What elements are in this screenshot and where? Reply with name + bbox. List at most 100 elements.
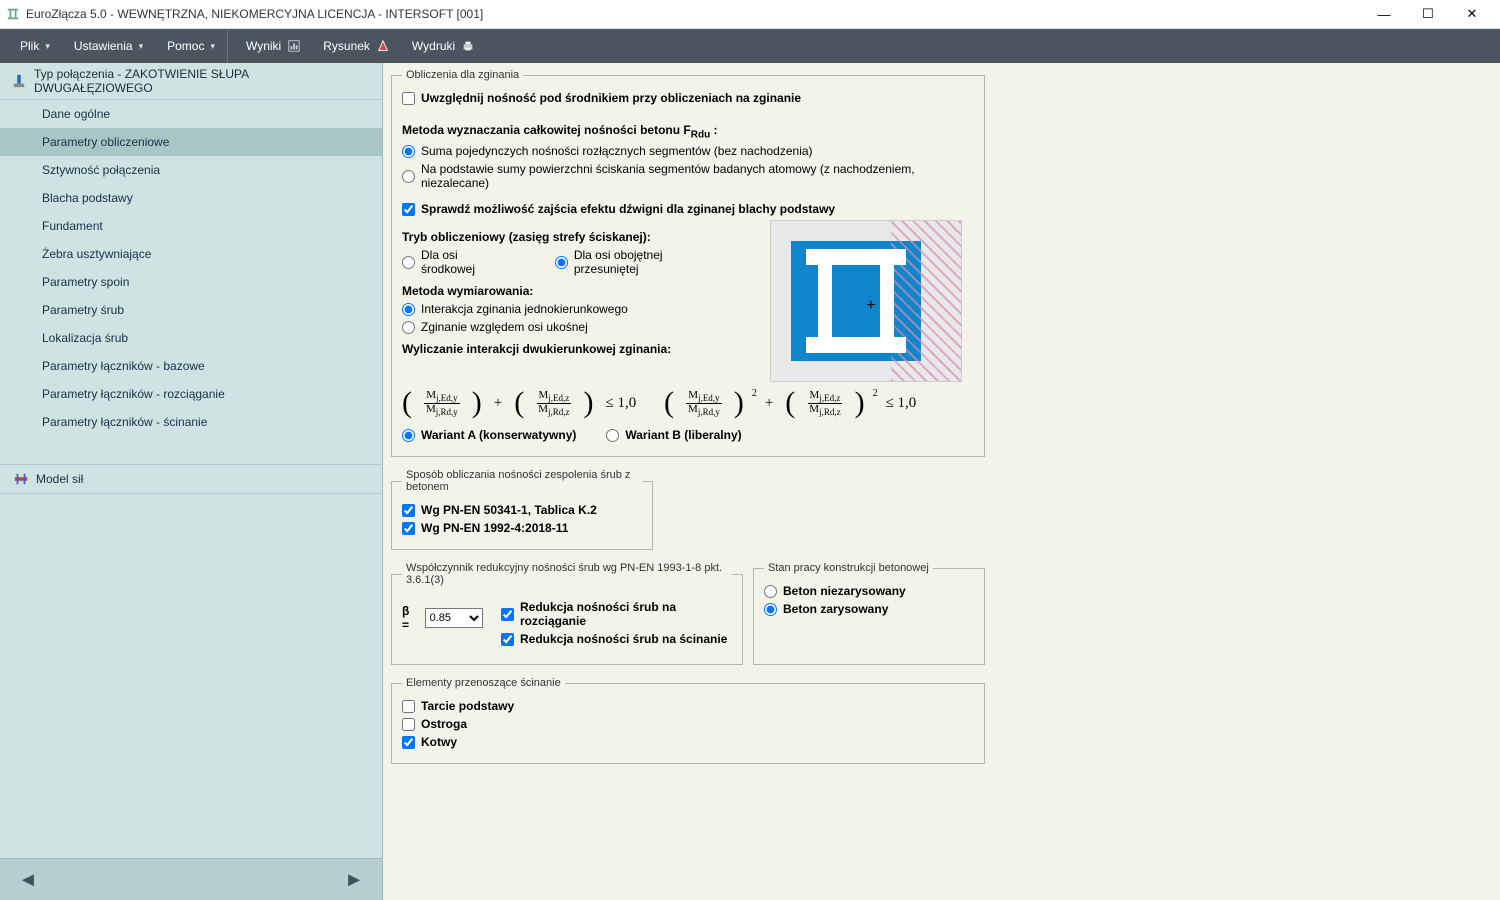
- radio-cracked[interactable]: [764, 603, 777, 616]
- toolbar-drawing-label: Rysunek: [323, 39, 370, 53]
- toolbar-results[interactable]: Wyniki: [238, 29, 309, 63]
- menu-file[interactable]: Plik ▾: [8, 29, 62, 63]
- sidebar-item-8[interactable]: Lokalizacja śrub: [0, 324, 382, 352]
- menu-file-label: Plik: [20, 39, 39, 53]
- menu-settings-label: Ustawienia: [74, 39, 133, 53]
- radio-center[interactable]: [402, 256, 415, 269]
- titlebar: EuroZłącza 5.0 - WEWNĘTRZNA, NIEKOMERCYJ…: [0, 0, 1500, 29]
- chk-1992[interactable]: [402, 522, 415, 535]
- group-bending: Obliczenia dla zginania Uwzględnij nośno…: [391, 69, 985, 457]
- chk-friction-label: Tarcie podstawy: [421, 699, 514, 713]
- sidebar-item-9[interactable]: Parametry łączników - bazowe: [0, 352, 382, 380]
- menu-help[interactable]: Pomoc ▾: [155, 29, 227, 63]
- chk-lever-label: Sprawdź możliwość zajścia efektu dźwigni…: [421, 202, 835, 216]
- chk-50341[interactable]: [402, 504, 415, 517]
- radio-variant-a-label: Wariant A (konserwatywny): [421, 428, 576, 442]
- radio-uni-label: Interakcja zginania jednokierunkowego: [421, 302, 628, 316]
- chk-lever[interactable]: [402, 203, 415, 216]
- menu-settings[interactable]: Ustawienia ▾: [62, 29, 155, 63]
- main-panel: Obliczenia dla zginania Uwzględnij nośno…: [383, 63, 1500, 900]
- lbl-method-frdu: Metoda wyznaczania całkowitej nośności b…: [402, 123, 718, 140]
- radio-surface-label: Na podstawie sumy powierzchni ściskania …: [421, 162, 962, 190]
- chk-spur[interactable]: [402, 718, 415, 731]
- radio-uncracked-label: Beton niezarysowany: [783, 584, 906, 598]
- sidebar-items: Dane ogólneParametry obliczenioweSztywno…: [0, 100, 382, 464]
- chk-red-shear[interactable]: [501, 633, 514, 646]
- chk-friction[interactable]: [402, 700, 415, 713]
- chk-srodnik[interactable]: [402, 92, 415, 105]
- menubar: Plik▾ Ustawienia▾ Pomoc▾ Wyniki Rysunek …: [0, 29, 1500, 63]
- radio-center-label: Dla osi środkowej: [421, 248, 515, 276]
- connection-type-icon: [12, 74, 26, 88]
- printer-icon: [461, 39, 475, 53]
- chevron-down-icon: ▾: [139, 41, 144, 52]
- lbl-mode: Tryb obliczeniowy (zasięg strefy ściskan…: [402, 230, 730, 244]
- model-icon: [14, 472, 28, 486]
- group-shear-elements-legend: Elementy przenoszące ścinanie: [402, 677, 565, 689]
- group-shear-elements: Elementy przenoszące ścinanie Tarcie pod…: [391, 677, 985, 764]
- group-bending-legend: Obliczenia dla zginania: [402, 69, 523, 81]
- app-icon: [6, 7, 20, 21]
- toolbar-printouts[interactable]: Wydruki: [404, 29, 483, 63]
- radio-sum[interactable]: [402, 145, 415, 158]
- close-button[interactable]: ✕: [1450, 0, 1494, 28]
- chk-1992-label: Wg PN-EN 1992-4:2018-11: [421, 521, 568, 535]
- sidebar-item-5[interactable]: Żebra usztywniające: [0, 240, 382, 268]
- sidebar-item-7[interactable]: Parametry śrub: [0, 296, 382, 324]
- group-concrete-state-legend: Stan pracy konstrukcji betonowej: [764, 562, 933, 574]
- radio-uncracked[interactable]: [764, 585, 777, 598]
- radio-variant-b-label: Wariant B (liberalny): [625, 428, 741, 442]
- sidebar-item-2[interactable]: Sztywność połączenia: [0, 156, 382, 184]
- chevron-down-icon: ▾: [45, 41, 50, 52]
- radio-variant-b[interactable]: [606, 429, 619, 442]
- chk-red-tension[interactable]: [501, 608, 514, 621]
- radio-cracked-label: Beton zarysowany: [783, 602, 888, 616]
- results-icon: [287, 39, 301, 53]
- next-button[interactable]: ►: [344, 869, 364, 892]
- beta-label: β =: [402, 604, 419, 632]
- menu-help-label: Pomoc: [167, 39, 204, 53]
- sidebar-item-6[interactable]: Parametry spoin: [0, 268, 382, 296]
- sidebar-item-4[interactable]: Fundament: [0, 212, 382, 240]
- sidebar: Typ połączenia - ZAKOTWIENIE SŁUPA DWUGA…: [0, 63, 383, 900]
- prev-button[interactable]: ◄: [18, 869, 38, 892]
- radio-surface[interactable]: [402, 170, 415, 183]
- window-title: EuroZłącza 5.0 - WEWNĘTRZNA, NIEKOMERCYJ…: [26, 7, 483, 21]
- chk-anchors-label: Kotwy: [421, 735, 457, 749]
- radio-shifted-label: Dla osi obojętnej przesuniętej: [574, 248, 730, 276]
- chk-spur-label: Ostroga: [421, 717, 467, 731]
- minimize-button[interactable]: —: [1362, 0, 1406, 28]
- group-beta-legend: Współczynnik redukcyjny nośności śrub wg…: [402, 562, 732, 586]
- cross-icon: +: [866, 297, 875, 315]
- sidebar-item-11[interactable]: Parametry łączników - ścinanie: [0, 408, 382, 436]
- chk-red-tension-label: Redukcja nośności śrub na rozciąganie: [520, 600, 732, 628]
- radio-variant-a[interactable]: [402, 429, 415, 442]
- maximize-button[interactable]: ☐: [1406, 0, 1450, 28]
- chk-srodnik-label: Uwzględnij nośność pod środnikiem przy o…: [421, 91, 801, 105]
- sidebar-item-10[interactable]: Parametry łączników - rozciąganie: [0, 380, 382, 408]
- chk-50341-label: Wg PN-EN 50341-1, Tablica K.2: [421, 503, 597, 517]
- sidebar-item-0[interactable]: Dane ogólne: [0, 100, 382, 128]
- group-bolt-concrete: Sposób obliczania nośności zespolenia śr…: [391, 469, 653, 550]
- radio-oblique[interactable]: [402, 321, 415, 334]
- sidebar-header[interactable]: Typ połączenia - ZAKOTWIENIE SŁUPA DWUGA…: [0, 63, 382, 100]
- radio-sum-label: Suma pojedynczych nośności rozłącznych s…: [421, 144, 813, 158]
- toolbar-printouts-label: Wydruki: [412, 39, 455, 53]
- sidebar-header-label: Typ połączenia - ZAKOTWIENIE SŁUPA DWUGA…: [34, 67, 370, 95]
- sidebar-model[interactable]: Model sił: [0, 464, 382, 494]
- radio-uni[interactable]: [402, 303, 415, 316]
- formula-interaction: (Mj,Ed,yMj,Rd,y) + (Mj,Ed,zMj,Rd,z) ≤ 1,…: [402, 388, 962, 418]
- toolbar-results-label: Wyniki: [246, 39, 281, 53]
- beta-select[interactable]: 0.85: [425, 608, 483, 628]
- radio-oblique-label: Zginanie względem osi ukośnej: [421, 320, 588, 334]
- toolbar-drawing[interactable]: Rysunek: [315, 29, 398, 63]
- group-beta: Współczynnik redukcyjny nośności śrub wg…: [391, 562, 743, 665]
- chevron-down-icon: ▾: [210, 41, 215, 52]
- radio-shifted[interactable]: [555, 256, 568, 269]
- sidebar-item-3[interactable]: Blacha podstawy: [0, 184, 382, 212]
- lbl-biaxial: Wyliczanie interakcji dwukierunkowej zgi…: [402, 342, 730, 356]
- sidebar-item-1[interactable]: Parametry obliczeniowe: [0, 128, 382, 156]
- group-concrete-state: Stan pracy konstrukcji betonowej Beton n…: [753, 562, 985, 665]
- sidebar-footer: ◄ ►: [0, 858, 382, 900]
- chk-anchors[interactable]: [402, 736, 415, 749]
